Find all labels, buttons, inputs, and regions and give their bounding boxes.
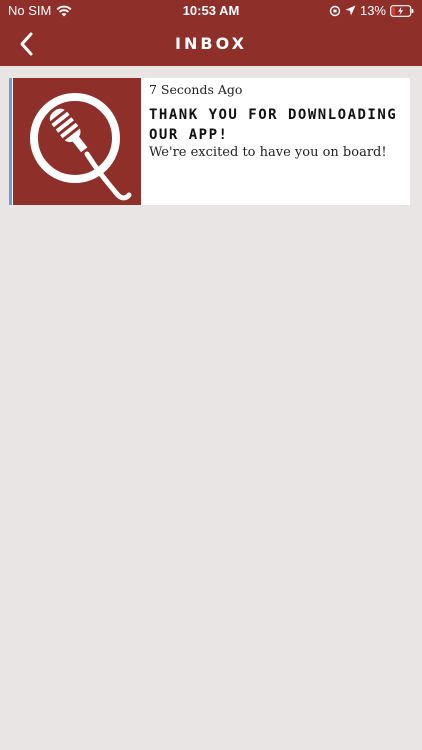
message-title: THANK YOU FOR DOWNLOADING OUR APP! xyxy=(149,107,398,143)
status-right: 13% xyxy=(325,3,414,18)
message-body: We're excited to have you on board! xyxy=(149,145,387,160)
message-timestamp: 7 Seconds Ago xyxy=(149,82,243,97)
status-bar: No SIM 10:53 AM 13% xyxy=(0,0,422,22)
inbox-message-card[interactable]: 7 Seconds Ago THANK YOU FOR DOWNLOADING … xyxy=(9,78,410,205)
orientation-lock-icon xyxy=(329,5,341,16)
page-title: INBOX xyxy=(175,34,247,53)
battery-percent: 13% xyxy=(359,3,386,18)
battery-charging-icon xyxy=(390,4,414,17)
location-icon xyxy=(345,5,356,16)
app-logo-icon xyxy=(30,93,132,201)
nav-bar: INBOX xyxy=(0,22,422,66)
message-thumbnail xyxy=(13,78,141,205)
message-content: 7 Seconds Ago THANK YOU FOR DOWNLOADING … xyxy=(149,82,402,160)
